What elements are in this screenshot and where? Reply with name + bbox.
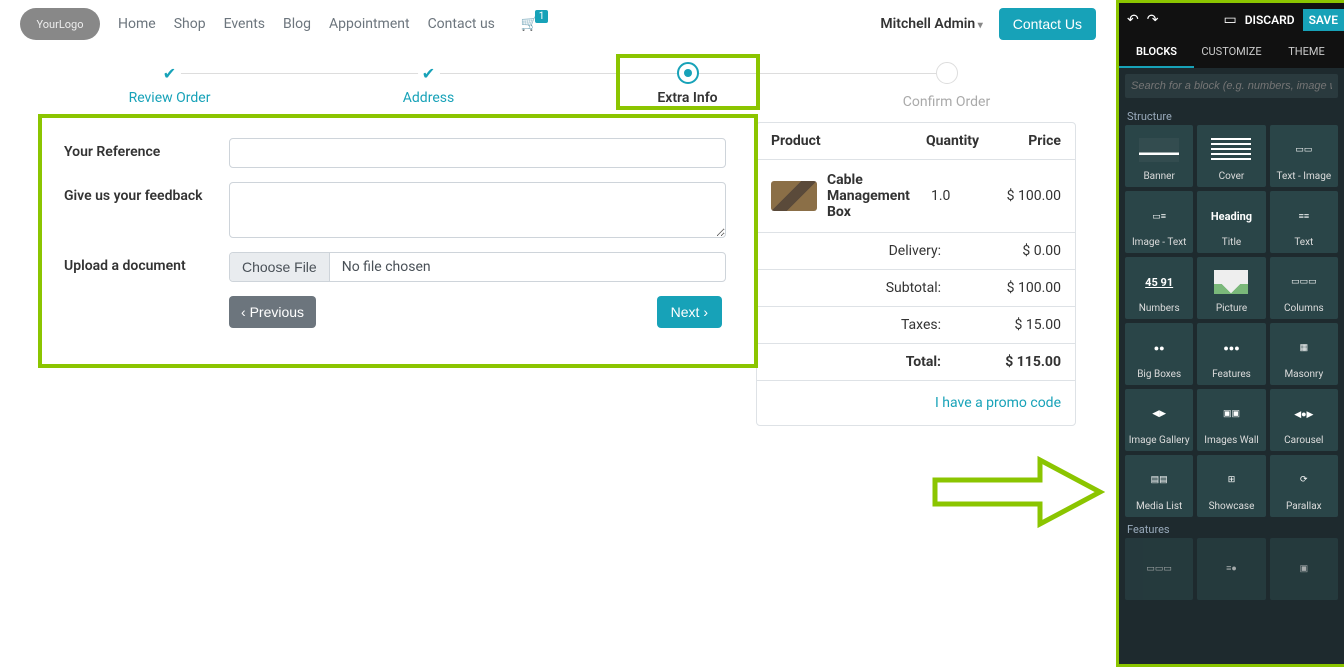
product-price: $ 100.00 xyxy=(991,188,1061,204)
chevron-left-icon: ‹ xyxy=(241,304,246,320)
total-label: Total: xyxy=(771,354,981,370)
mobile-preview-icon[interactable]: ▭ xyxy=(1223,12,1236,28)
block-text-image[interactable]: ▭▭Text - Image xyxy=(1270,125,1338,187)
col-product: Product xyxy=(771,133,926,149)
block-feature-1[interactable]: ▭▭▭ xyxy=(1125,538,1193,600)
section-structure-label: Structure xyxy=(1119,104,1344,125)
user-menu[interactable]: Mitchell Admin xyxy=(880,16,982,32)
file-name-text: No file chosen xyxy=(330,253,443,281)
block-image-text[interactable]: ▭≡Image - Text xyxy=(1125,191,1193,253)
website-editor-panel: ↶ ↷ ▭ DISCARD SAVE BLOCKS CUSTOMIZE THEM… xyxy=(1116,0,1344,667)
product-thumbnail xyxy=(771,181,817,211)
step-address[interactable]: ✔ Address xyxy=(299,62,558,110)
block-numbers[interactable]: 45 91Numbers xyxy=(1125,257,1193,319)
discard-button[interactable]: DISCARD xyxy=(1245,13,1295,27)
feedback-textarea[interactable] xyxy=(229,182,726,238)
taxes-value: $ 15.00 xyxy=(981,317,1061,333)
block-search-input[interactable] xyxy=(1125,74,1338,98)
col-quantity: Quantity xyxy=(926,133,991,149)
taxes-label: Taxes: xyxy=(771,317,981,333)
nav-events[interactable]: Events xyxy=(224,16,265,32)
block-image-gallery[interactable]: ◀▶Image Gallery xyxy=(1125,389,1193,451)
next-button[interactable]: Next › xyxy=(657,296,722,328)
nav-blog[interactable]: Blog xyxy=(283,16,311,32)
block-columns[interactable]: ▭▭▭Columns xyxy=(1270,257,1338,319)
block-masonry[interactable]: ▦Masonry xyxy=(1270,323,1338,385)
contact-us-button[interactable]: Contact Us xyxy=(999,8,1096,40)
block-media-list[interactable]: ▤▤Media List xyxy=(1125,455,1193,517)
tab-theme[interactable]: THEME xyxy=(1269,37,1344,68)
col-price: Price xyxy=(991,133,1061,149)
step-extra-info[interactable]: Extra Info xyxy=(558,62,817,110)
block-big-boxes[interactable]: ●●Big Boxes xyxy=(1125,323,1193,385)
subtotal-label: Subtotal: xyxy=(771,280,981,296)
promo-code-link[interactable]: I have a promo code xyxy=(935,395,1061,411)
site-logo[interactable]: YourLogo xyxy=(20,8,100,40)
step-review-order[interactable]: ✔ Review Order xyxy=(40,62,299,110)
product-name: Cable Management Box xyxy=(827,172,931,220)
nav-home[interactable]: Home xyxy=(118,16,156,32)
arrow-annotation-icon xyxy=(930,452,1105,532)
tab-blocks[interactable]: BLOCKS xyxy=(1119,37,1194,68)
reference-input[interactable] xyxy=(229,138,726,168)
block-cover[interactable]: Cover xyxy=(1197,125,1265,187)
undo-icon[interactable]: ↶ xyxy=(1127,12,1139,28)
block-picture[interactable]: Picture xyxy=(1197,257,1265,319)
block-carousel[interactable]: ◀●▶Carousel xyxy=(1270,389,1338,451)
product-qty: 1.0 xyxy=(931,188,991,204)
check-icon: ✔ xyxy=(418,62,440,84)
block-title[interactable]: HeadingTitle xyxy=(1197,191,1265,253)
block-text[interactable]: ≡≡Text xyxy=(1270,191,1338,253)
block-feature-2[interactable]: ≡● xyxy=(1197,538,1265,600)
checkout-steps: ✔ Review Order ✔ Address Extra Info Conf… xyxy=(40,62,1076,110)
nav-appointment[interactable]: Appointment xyxy=(329,16,410,32)
extra-info-form: Your Reference Give us your feedback Upl… xyxy=(40,120,736,426)
upload-label: Upload a document xyxy=(64,252,229,274)
tab-customize[interactable]: CUSTOMIZE xyxy=(1194,37,1269,68)
block-feature-3[interactable]: ▣ xyxy=(1270,538,1338,600)
total-value: $ 115.00 xyxy=(981,354,1061,370)
choose-file-button[interactable]: Choose File xyxy=(230,253,330,281)
radio-empty-icon xyxy=(936,62,958,84)
nav-contact-us[interactable]: Contact us xyxy=(428,16,495,32)
cart-count-badge: 1 xyxy=(535,10,549,23)
nav-shop[interactable]: Shop xyxy=(174,16,206,32)
block-parallax[interactable]: ⟳Parallax xyxy=(1270,455,1338,517)
cart-button[interactable]: 🛒 1 xyxy=(521,16,538,32)
chevron-right-icon: › xyxy=(703,304,708,320)
check-icon: ✔ xyxy=(159,62,181,84)
delivery-value: $ 0.00 xyxy=(981,243,1061,259)
block-banner[interactable]: Banner xyxy=(1125,125,1193,187)
save-button[interactable]: SAVE xyxy=(1303,9,1344,31)
block-showcase[interactable]: ⊞Showcase xyxy=(1197,455,1265,517)
section-features-label: Features xyxy=(1119,517,1344,538)
delivery-label: Delivery: xyxy=(771,243,981,259)
redo-icon[interactable]: ↷ xyxy=(1147,12,1159,28)
order-summary: Product Quantity Price Cable Management … xyxy=(756,122,1076,426)
radio-current-icon xyxy=(677,62,699,84)
step-confirm-order: Confirm Order xyxy=(817,62,1076,110)
feedback-label: Give us your feedback xyxy=(64,182,229,204)
summary-item-row: Cable Management Box 1.0 $ 100.00 xyxy=(757,160,1075,233)
subtotal-value: $ 100.00 xyxy=(981,280,1061,296)
reference-label: Your Reference xyxy=(64,138,229,160)
block-features[interactable]: ●●●Features xyxy=(1197,323,1265,385)
block-images-wall[interactable]: ▣▣Images Wall xyxy=(1197,389,1265,451)
previous-button[interactable]: ‹ Previous xyxy=(229,296,316,328)
